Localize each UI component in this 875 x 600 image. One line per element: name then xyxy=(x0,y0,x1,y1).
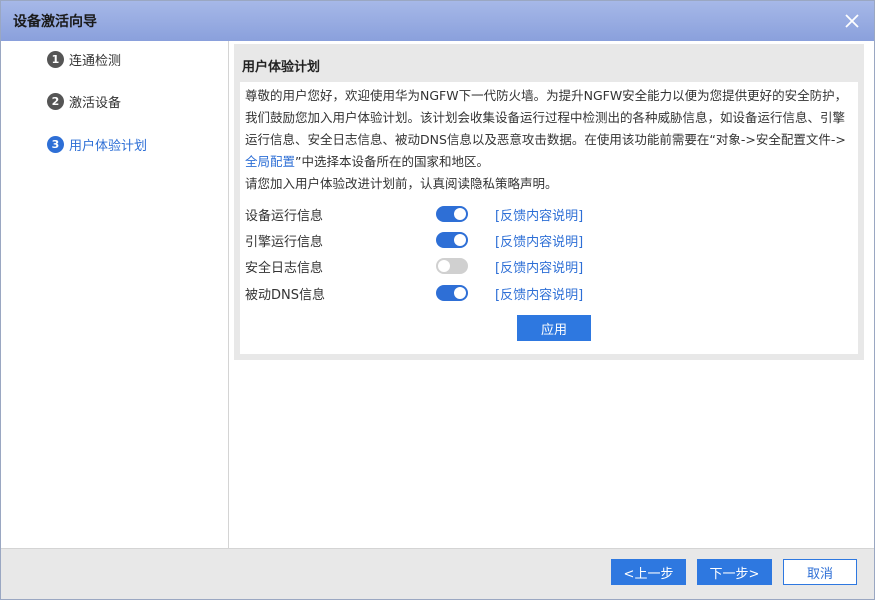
wizard-steps-sidebar: 1 连通检测 2 激活设备 3 用户体验计划 xyxy=(1,41,229,548)
step-number-badge: 3 xyxy=(47,136,64,153)
step-user-experience-plan[interactable]: 3 用户体验计划 xyxy=(47,135,147,154)
step-number-badge: 2 xyxy=(47,93,64,110)
toggle-knob xyxy=(454,208,466,220)
option-row-engine-info: 引擎运行信息 [反馈内容说明] xyxy=(245,229,845,251)
feedback-content-link[interactable]: [反馈内容说明] xyxy=(495,231,583,250)
step-number-badge: 1 xyxy=(47,51,64,68)
option-label: 设备运行信息 xyxy=(245,208,324,224)
next-step-button[interactable]: 下一步> xyxy=(697,559,772,585)
option-label: 引擎运行信息 xyxy=(245,234,324,250)
step-activate-device[interactable]: 2 激活设备 xyxy=(47,92,121,111)
device-info-toggle[interactable] xyxy=(436,206,468,222)
wizard-footer: <上一步 下一步> 取消 xyxy=(1,548,874,599)
option-row-device-info: 设备运行信息 [反馈内容说明] xyxy=(245,203,845,225)
option-label: 被动DNS信息 xyxy=(245,287,325,303)
toggle-knob xyxy=(438,260,450,272)
panel-body: 尊敬的用户您好，欢迎使用华为NGFW下一代防火墙。为提升NGFW安全能力以便为您… xyxy=(240,82,858,354)
panel-title: 用户体验计划 xyxy=(242,60,321,75)
previous-step-button[interactable]: <上一步 xyxy=(611,559,686,585)
apply-button[interactable]: 应用 xyxy=(517,315,591,341)
security-log-toggle[interactable] xyxy=(436,258,468,274)
cancel-button[interactable]: 取消 xyxy=(783,559,857,585)
privacy-notice-text: 请您加入用户体验改进计划前，认真阅读隐私策略声明。 xyxy=(245,176,558,191)
step-label: 用户体验计划 xyxy=(69,139,148,154)
intro-text: 尊敬的用户您好，欢迎使用华为NGFW下一代防火墙。为提升NGFW安全能力以便为您… xyxy=(245,85,857,195)
option-row-passive-dns: 被动DNS信息 [反馈内容说明] xyxy=(245,282,845,304)
toggle-knob xyxy=(454,234,466,246)
user-experience-panel: 用户体验计划 尊敬的用户您好，欢迎使用华为NGFW下一代防火墙。为提升NGFW安… xyxy=(234,44,864,360)
step-label: 连通检测 xyxy=(69,54,122,69)
step-label: 激活设备 xyxy=(69,96,122,111)
intro-text-part2: ”中选择本设备所在的国家和地区。 xyxy=(295,154,489,169)
title-bar: 设备激活向导 xyxy=(1,1,874,41)
close-icon xyxy=(845,14,859,28)
option-label: 安全日志信息 xyxy=(245,260,324,276)
toggle-knob xyxy=(454,287,466,299)
feedback-content-link[interactable]: [反馈内容说明] xyxy=(495,284,583,303)
engine-info-toggle[interactable] xyxy=(436,232,468,248)
option-row-security-log: 安全日志信息 [反馈内容说明] xyxy=(245,255,845,277)
passive-dns-toggle[interactable] xyxy=(436,285,468,301)
activation-wizard-dialog: 设备激活向导 1 连通检测 2 激活设备 3 用户体验计划 用户体验计划 尊敬的… xyxy=(0,0,875,600)
feedback-content-link[interactable]: [反馈内容说明] xyxy=(495,205,583,224)
global-config-link[interactable]: 全局配置 xyxy=(245,154,295,169)
close-button[interactable] xyxy=(840,9,864,33)
step-connectivity-check[interactable]: 1 连通检测 xyxy=(47,50,121,69)
feedback-content-link[interactable]: [反馈内容说明] xyxy=(495,257,583,276)
window-title: 设备激活向导 xyxy=(13,14,97,30)
intro-text-part1: 尊敬的用户您好，欢迎使用华为NGFW下一代防火墙。为提升NGFW安全能力以便为您… xyxy=(245,88,848,147)
